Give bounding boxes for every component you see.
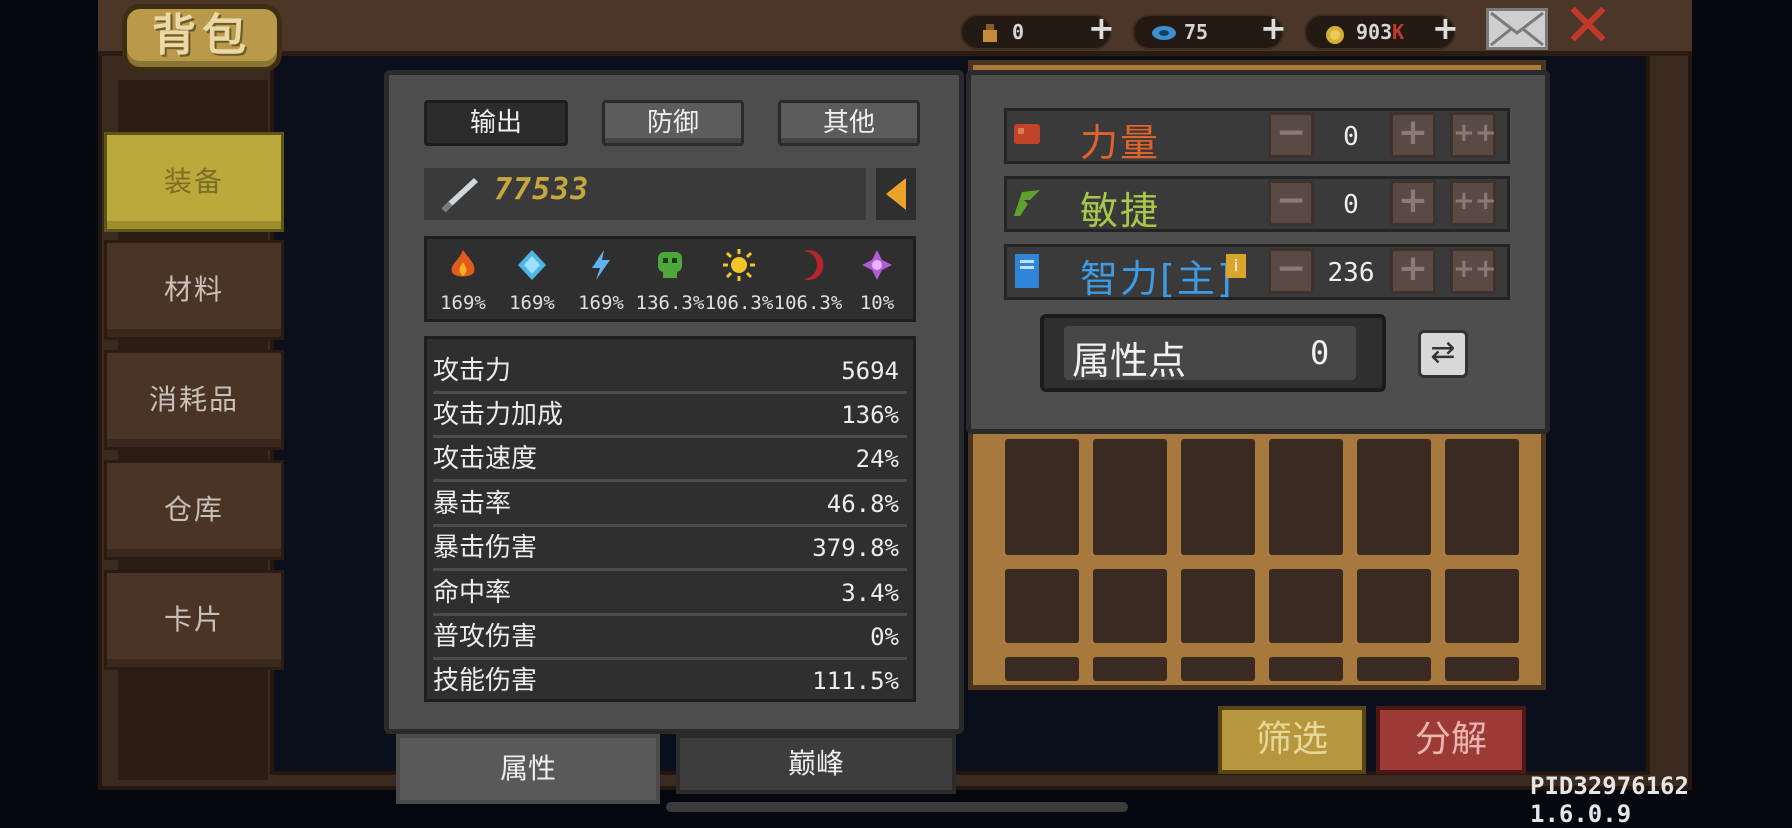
intelligence-plus-button[interactable]: + xyxy=(1390,248,1436,294)
stat-row-skill-damage: 技能伤害 111.5% xyxy=(433,666,899,696)
potion-add-button[interactable]: + xyxy=(1088,10,1115,46)
stat-row-hit-rate: 命中率 3.4% xyxy=(433,573,907,616)
element-lightning: 169% xyxy=(566,240,636,314)
intelligence-minus-button[interactable]: − xyxy=(1268,248,1314,294)
attribute-points-label: 属性点 xyxy=(1072,339,1187,383)
book-icon xyxy=(1015,254,1039,288)
expand-button[interactable] xyxy=(876,168,916,220)
sidebar-item-storage[interactable]: 仓库 xyxy=(104,460,284,560)
close-icon: ✕ xyxy=(1562,0,1614,61)
agility-value: 0 xyxy=(1343,190,1359,220)
filter-button[interactable]: 筛选 xyxy=(1218,706,1366,774)
close-button[interactable]: ✕ xyxy=(1562,0,1614,56)
light-sun-icon xyxy=(723,249,755,281)
agility-plus-many-button[interactable]: ++ xyxy=(1450,180,1497,226)
fist-icon xyxy=(1014,124,1040,144)
combat-power-value: 77533 xyxy=(494,172,590,207)
stat-row-attack-bonus: 攻击力加成 136% xyxy=(433,395,907,438)
strength-plus-many-button[interactable]: ++ xyxy=(1450,112,1497,158)
version-label: PID32976162 1.6.0.9 xyxy=(1530,772,1689,828)
stats-table: 攻击力 5694 攻击力加成 136% 攻击速度 24% 暴击率 46.8% 暴击伤害 3… xyxy=(424,336,916,702)
tab-other[interactable]: 其他 xyxy=(778,100,920,146)
envelope-icon xyxy=(1490,11,1544,47)
arcane-icon xyxy=(862,250,892,280)
sidebar-item-consumables[interactable]: 消耗品 xyxy=(104,350,284,450)
element-arcane: 10% xyxy=(842,240,912,314)
lightning-icon xyxy=(592,250,610,280)
tab-peak[interactable]: 巅峰 xyxy=(676,734,956,794)
feather-icon xyxy=(1014,190,1040,216)
info-icon[interactable]: i xyxy=(1226,254,1246,278)
element-light: 106.3% xyxy=(704,240,774,314)
coin-add-button[interactable]: + xyxy=(1432,10,1459,46)
sidebar-item-cards[interactable]: 卡片 xyxy=(104,570,284,670)
tab-attributes[interactable]: 属性 xyxy=(396,734,660,804)
potion-count: 0 xyxy=(1012,20,1025,44)
intelligence-value: 236 xyxy=(1327,258,1375,288)
fire-icon xyxy=(451,250,475,277)
sidebar-item-equipment[interactable]: 装备 xyxy=(104,132,284,232)
element-fire: 169% xyxy=(428,240,498,314)
dark-moon-icon xyxy=(803,250,824,280)
element-poison: 136.3% xyxy=(635,240,705,314)
stat-row-basic-attack-damage: 普攻伤害 0% xyxy=(433,617,907,660)
combat-power-bar xyxy=(424,168,866,220)
stat-row-crit-rate: 暴击率 46.8% xyxy=(433,484,907,527)
strength-plus-button[interactable]: + xyxy=(1390,112,1436,158)
stat-row-attack: 攻击力 5694 xyxy=(433,351,907,394)
scroll-indicator xyxy=(666,802,1128,812)
sidebar-item-materials[interactable]: 材料 xyxy=(104,240,284,340)
strength-value: 0 xyxy=(1343,122,1359,152)
refresh-icon: ⇄ xyxy=(1430,335,1456,370)
gem-icon xyxy=(1152,26,1176,40)
decompose-button[interactable]: 分解 xyxy=(1376,706,1526,774)
attr-label-intelligence: 智力[主] xyxy=(1080,257,1234,301)
stat-row-crit-damage: 暴击伤害 379.8% xyxy=(433,528,907,571)
attr-label-agility: 敏捷 xyxy=(1080,189,1161,233)
potion-icon xyxy=(983,24,997,42)
sword-icon xyxy=(441,178,478,213)
agility-minus-button[interactable]: − xyxy=(1268,180,1314,226)
coin-icon xyxy=(1326,26,1344,44)
gem-add-button[interactable]: + xyxy=(1260,10,1287,46)
coin-count: 903K xyxy=(1356,20,1405,44)
ice-icon xyxy=(518,250,546,280)
tab-defense[interactable]: 防御 xyxy=(602,100,744,146)
reset-attributes-button[interactable]: ⇄ xyxy=(1418,330,1468,378)
strength-minus-button[interactable]: − xyxy=(1268,112,1314,158)
mail-button[interactable] xyxy=(1486,8,1548,50)
stat-row-attack-speed: 攻击速度 24% xyxy=(433,439,907,482)
intelligence-plus-many-button[interactable]: ++ xyxy=(1450,248,1497,294)
attr-label-strength: 力量 xyxy=(1080,121,1161,165)
page-title: 背包 xyxy=(152,10,252,61)
tab-output[interactable]: 输出 xyxy=(424,100,568,146)
agility-plus-button[interactable]: + xyxy=(1390,180,1436,226)
element-dark: 106.3% xyxy=(773,240,843,314)
gem-count: 75 xyxy=(1184,20,1209,44)
poison-skull-icon xyxy=(658,252,682,278)
caret-left-icon xyxy=(886,178,906,210)
attribute-points-value: 0 xyxy=(1310,334,1330,372)
element-ice: 169% xyxy=(497,240,567,314)
